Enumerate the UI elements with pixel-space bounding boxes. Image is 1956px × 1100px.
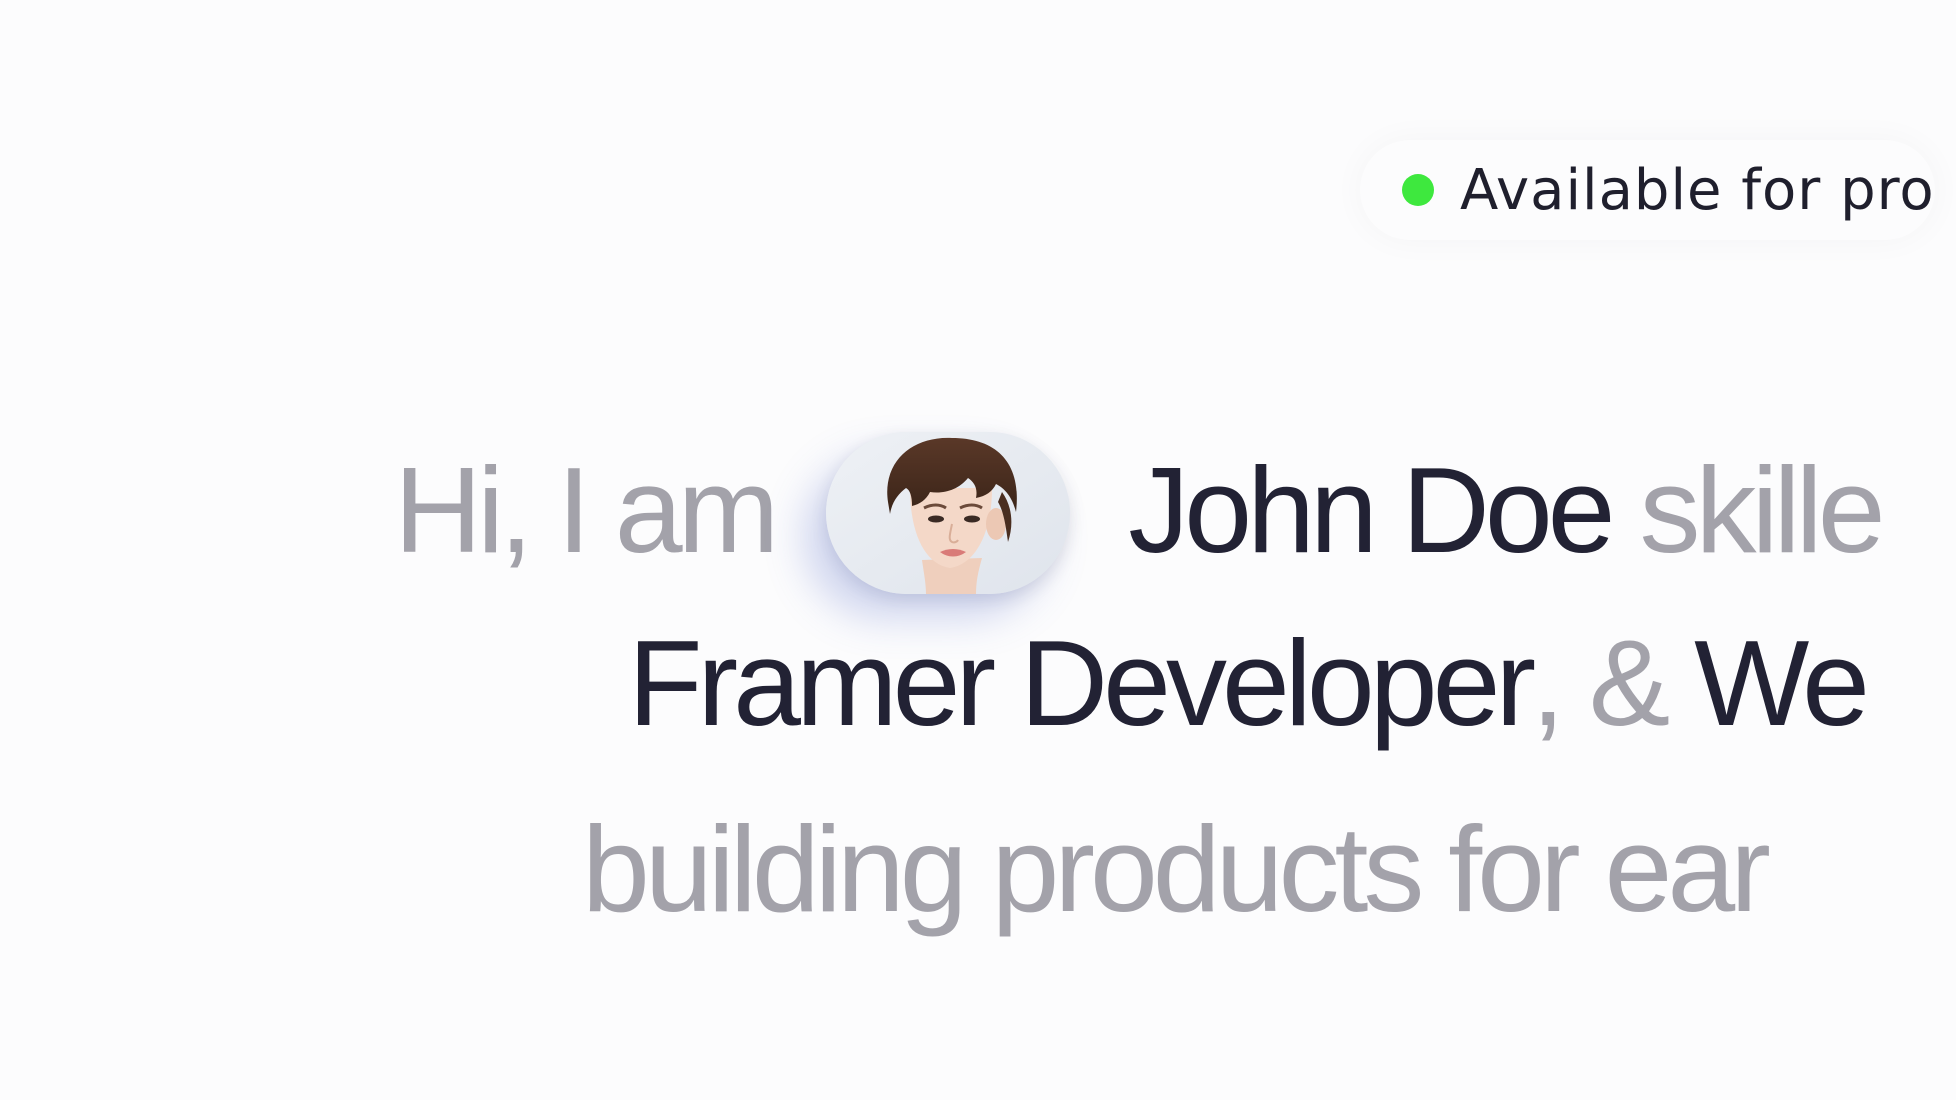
role-text: Framer Developer <box>628 615 1536 751</box>
status-dot-icon <box>1402 174 1434 206</box>
headline-line-2: Framer Developer, & We <box>628 615 1870 751</box>
availability-badge: Available for pro <box>1360 140 1935 240</box>
headline-line-1: Hi, I am John Doe skille <box>394 432 1886 594</box>
next-role-text: We <box>1694 615 1870 751</box>
name-text: John Doe <box>1128 442 1615 578</box>
availability-text: Available for pro <box>1460 157 1935 223</box>
separator-text: , & <box>1531 615 1670 751</box>
trail-text: skille <box>1639 442 1885 578</box>
avatar <box>826 432 1071 594</box>
intro-text: Hi, I am <box>394 442 779 578</box>
headline-line-3: building products for ear <box>582 801 1771 937</box>
hero-page: Available for pro Hi, I am John Doe skil… <box>0 0 1956 1100</box>
portrait-photo-icon <box>826 432 1071 594</box>
